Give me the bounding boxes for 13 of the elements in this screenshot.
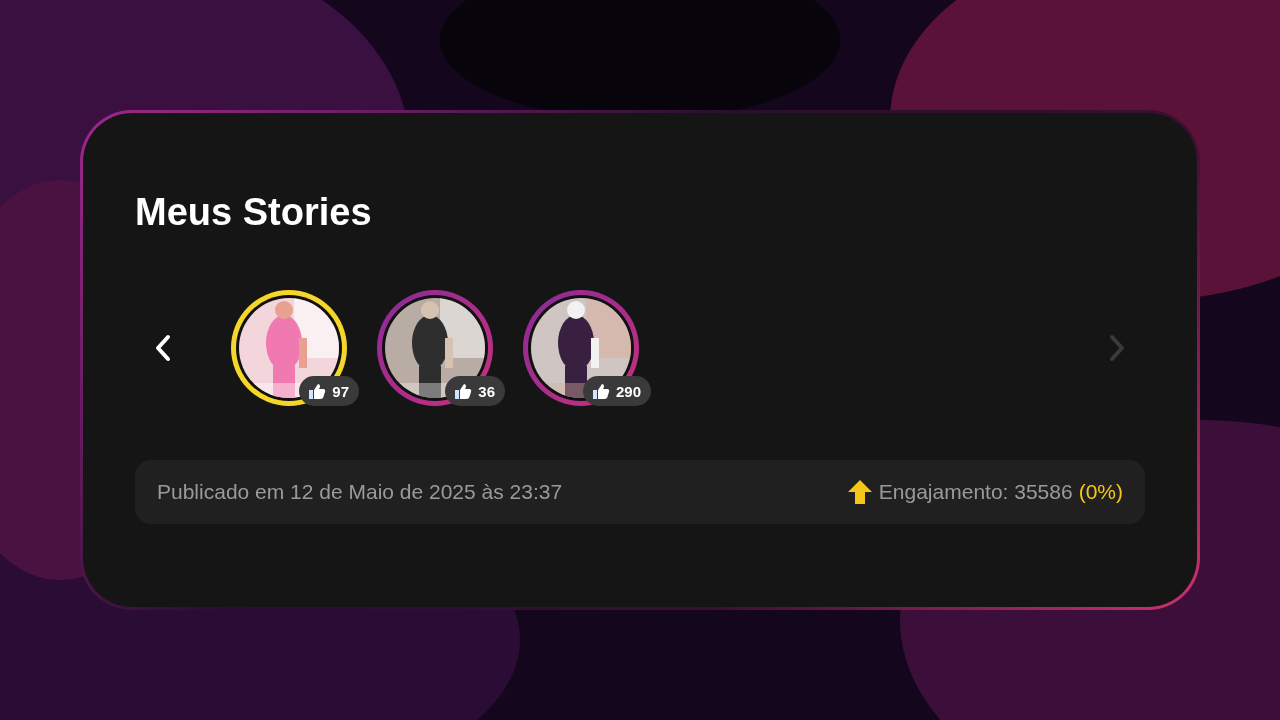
likes-badge: 97 xyxy=(299,376,359,406)
thumbs-up-icon xyxy=(309,383,327,399)
chevron-left-icon xyxy=(153,334,173,362)
engagement-change: (0%) xyxy=(1078,480,1123,504)
likes-badge: 290 xyxy=(582,376,651,406)
engagement-count: Engajamento: 35586 xyxy=(878,480,1073,504)
thumbs-up-icon xyxy=(455,383,473,399)
card-title: Meus Stories xyxy=(135,191,373,234)
chevron-right-icon xyxy=(1107,334,1127,362)
thumbs-up-icon xyxy=(592,383,610,399)
likes-badge: 36 xyxy=(445,376,505,406)
up-arrow-icon xyxy=(846,479,873,505)
published-date: Publicado em 12 de Maio de 2025 às 23:37 xyxy=(157,480,563,504)
